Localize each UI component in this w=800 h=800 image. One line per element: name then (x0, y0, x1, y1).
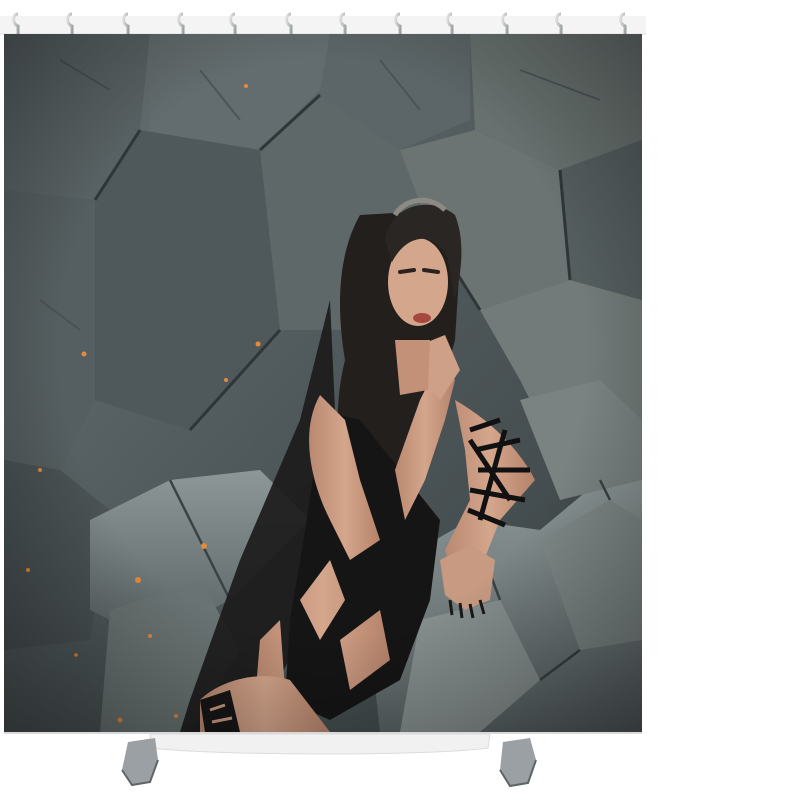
bathtub-foot-right (499, 738, 537, 788)
shower-curtain-scene (0, 12, 646, 788)
curtain-rod (0, 16, 646, 34)
bathtub-foot-left (121, 738, 159, 787)
bathtub (121, 733, 537, 788)
curtain-panel (4, 34, 642, 732)
